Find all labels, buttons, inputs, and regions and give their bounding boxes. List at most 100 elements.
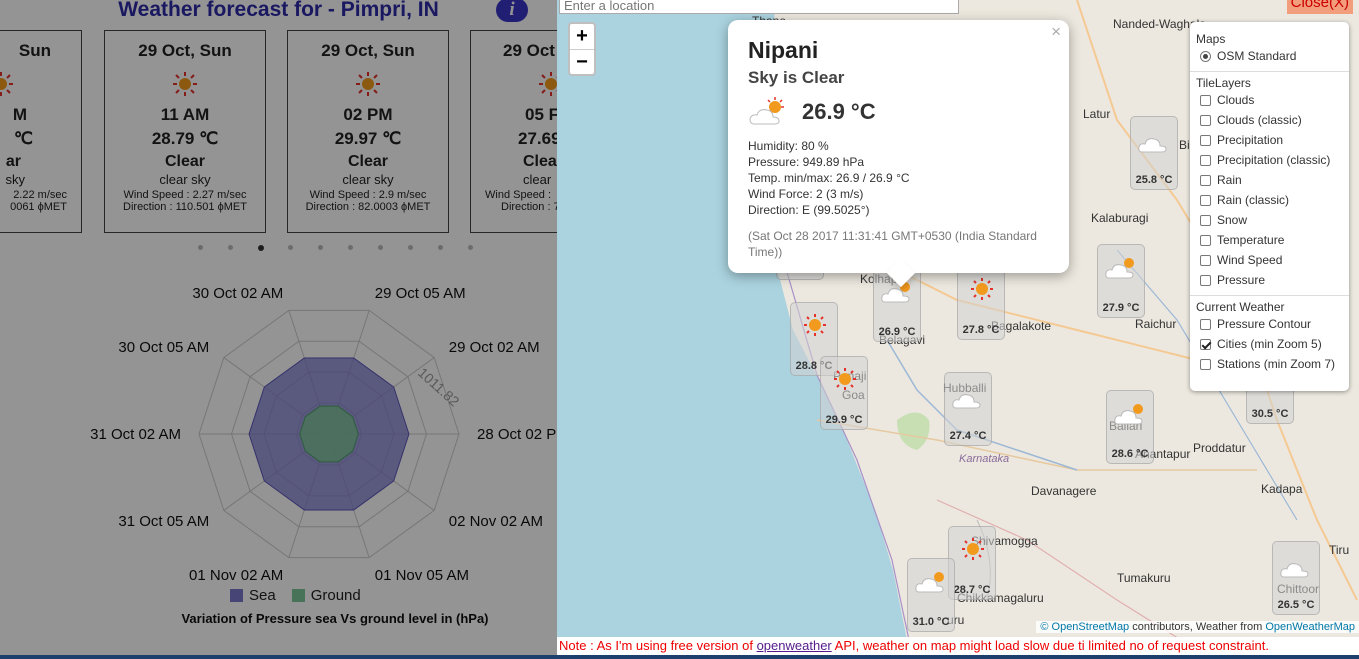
weather-map[interactable]: Nanded-WaghalaLaturBidaKalaburagiRaichur…: [557, 0, 1359, 659]
marker-temp: 28.7 °C: [953, 584, 991, 596]
checkbox-icon[interactable]: [1200, 94, 1211, 106]
place-label: Tiru: [1329, 543, 1350, 557]
weather-marker[interactable]: 26.5 °C: [1272, 541, 1320, 615]
layer-option[interactable]: Precipitation (classic): [1196, 150, 1343, 170]
weather-marker[interactable]: 27.4 °C: [944, 372, 992, 446]
place-label: Proddatur: [1193, 441, 1246, 455]
chart-caption: Variation of Pressure sea Vs ground leve…: [181, 611, 489, 626]
place-label: Raichur: [1135, 317, 1177, 331]
layer-option[interactable]: Clouds: [1196, 90, 1343, 110]
radio-icon[interactable]: [1200, 50, 1211, 62]
legend-ground-label[interactable]: Ground: [311, 587, 361, 604]
cloud-sun-icon: [1105, 258, 1134, 279]
popup-wind-force: Wind Force: 2 (3 m/s): [748, 187, 864, 201]
checkbox-icon[interactable]: [1200, 194, 1211, 206]
marker-temp: 25.8 °C: [1135, 174, 1173, 186]
place-label: Tumakuru: [1117, 571, 1171, 585]
layer-label: Precipitation: [1217, 133, 1284, 147]
layer-option[interactable]: Pressure Contour: [1196, 314, 1343, 334]
checkbox-icon[interactable]: [1200, 174, 1211, 186]
sun-icon: [971, 278, 993, 300]
openweather-link[interactable]: openweather: [757, 638, 832, 653]
legend-swatch-ground: [291, 589, 305, 602]
forecast-panel: Weather forecast for - Pimpri, IN i Sun …: [0, 0, 557, 659]
popup-close-icon[interactable]: ×: [1051, 22, 1061, 42]
radar-category-label: 31 Oct 05 AM: [118, 513, 209, 530]
sun-icon: [804, 314, 826, 336]
layer-option[interactable]: Precipitation: [1196, 130, 1343, 150]
layer-option[interactable]: Stations (min Zoom 7): [1196, 354, 1343, 374]
weather-marker[interactable]: 28.6 °C: [1106, 390, 1154, 464]
checkbox-icon[interactable]: [1200, 134, 1211, 146]
marker-temp: 27.8 °C: [962, 324, 1000, 336]
layer-option[interactable]: Rain: [1196, 170, 1343, 190]
api-note: Note : As I'm using free version of open…: [557, 637, 1359, 656]
weather-marker[interactable]: 29.9 °C: [820, 356, 868, 430]
checkbox-icon[interactable]: [1200, 114, 1211, 126]
weather-marker[interactable]: 31.0 °C: [907, 558, 955, 632]
layer-option[interactable]: Snow: [1196, 210, 1343, 230]
layer-option[interactable]: Rain (classic): [1196, 190, 1343, 210]
checkbox-icon[interactable]: [1200, 338, 1211, 350]
popup-minmax: Temp. min/max: 26.9 / 26.9 °C: [748, 171, 910, 185]
popup-description: Sky is Clear: [748, 68, 845, 87]
place-label: Kadapa: [1261, 482, 1303, 496]
layer-option[interactable]: Pressure: [1196, 270, 1343, 290]
weather-marker[interactable]: 25.8 °C: [1130, 116, 1178, 190]
popup-pressure: Pressure: 949.89 hPa: [748, 155, 865, 169]
layer-osm-standard[interactable]: OSM Standard: [1196, 46, 1343, 66]
cloud-icon: [952, 394, 981, 409]
layers-maps-title: Maps: [1196, 32, 1226, 46]
marker-temp: 30.5 °C: [1251, 408, 1289, 420]
place-label: Davanagere: [1031, 484, 1097, 498]
layer-control: Maps OSM Standard TileLayers Clouds Cloud…: [1190, 22, 1349, 391]
radar-category-label: 31 Oct 02 AM: [90, 426, 181, 443]
weather-marker[interactable]: 28.7 °C: [948, 526, 996, 600]
checkbox-icon[interactable]: [1200, 214, 1211, 226]
osm-link[interactable]: © OpenStreetMap: [1040, 621, 1129, 633]
layer-label: Precipitation (classic): [1217, 153, 1331, 167]
checkbox-icon[interactable]: [1200, 154, 1211, 166]
layer-option[interactable]: Temperature: [1196, 230, 1343, 250]
location-search-input[interactable]: Enter a location: [559, 0, 959, 14]
zoom-in-button[interactable]: +: [570, 24, 594, 49]
radar-category-label: 29 Oct 05 AM: [375, 285, 466, 302]
weather-popup: × Nipani Sky is Clear 26.9 °C Humidity: …: [728, 20, 1069, 288]
checkbox-icon[interactable]: [1200, 234, 1211, 246]
close-button[interactable]: Close(X): [1286, 0, 1353, 14]
owm-link[interactable]: OpenWeatherMap: [1265, 621, 1355, 633]
layer-label: Clouds: [1217, 93, 1255, 107]
weather-marker[interactable]: 27.8 °C: [957, 266, 1005, 340]
marker-temp: 27.9 °C: [1102, 302, 1140, 314]
marker-temp: 26.5 °C: [1277, 599, 1315, 611]
place-label: Kalaburagi: [1091, 211, 1149, 225]
layer-option[interactable]: Wind Speed: [1196, 250, 1343, 270]
taskbar: [0, 655, 1359, 659]
sun-icon: [834, 368, 856, 390]
attribution-text: contributors, Weather from: [1129, 621, 1266, 633]
layer-label: OSM Standard: [1217, 49, 1297, 63]
cloud-icon: [1280, 563, 1309, 578]
checkbox-icon[interactable]: [1200, 274, 1211, 286]
layer-option[interactable]: Cities (min Zoom 5): [1196, 334, 1343, 354]
layer-label: Snow: [1217, 213, 1248, 227]
layer-label: Pressure Contour: [1217, 317, 1312, 331]
zoom-out-button[interactable]: −: [570, 49, 594, 74]
pressure-radar-chart: 1011.8228 Oct 02 PM29 Oct 02 AM29 Oct 05…: [90, 285, 557, 584]
layer-label: Wind Speed: [1217, 253, 1283, 267]
note-suffix: API, weather on map might load slow due …: [831, 638, 1269, 653]
cloud-sun-icon: [915, 572, 944, 593]
checkbox-icon[interactable]: [1200, 254, 1211, 266]
cloud-sun-icon: [1114, 404, 1143, 425]
weather-marker[interactable]: 27.9 °C: [1097, 244, 1145, 318]
layer-label: Temperature: [1217, 233, 1285, 247]
layer-option[interactable]: Clouds (classic): [1196, 110, 1343, 130]
radar-series-ground: [299, 405, 359, 463]
layers-current-title: Current Weather: [1196, 300, 1285, 314]
legend-sea-label[interactable]: Sea: [249, 587, 276, 604]
checkbox-icon[interactable]: [1200, 358, 1211, 370]
popup-temperature: 26.9 °C: [802, 99, 876, 124]
layer-label: Pressure: [1217, 273, 1266, 287]
checkbox-icon[interactable]: [1200, 318, 1211, 330]
popup-humidity: Humidity: 80 %: [748, 139, 829, 153]
